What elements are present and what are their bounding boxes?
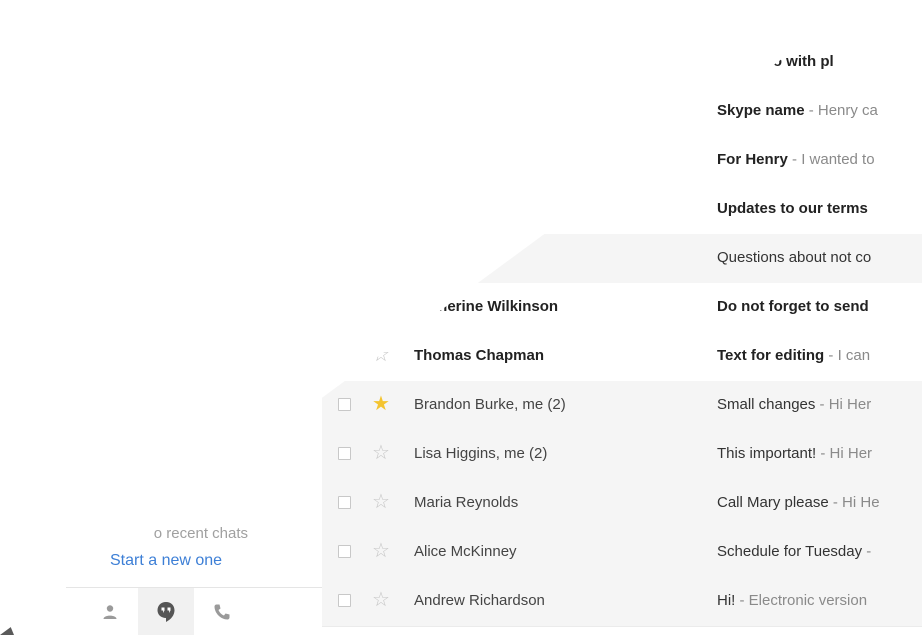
select-checkbox[interactable] xyxy=(338,251,351,264)
email-subject-line: Small changes - Hi Her xyxy=(717,396,922,413)
email-subject-line: Hi! - Electronic version xyxy=(717,592,922,609)
star-icon[interactable]: ☆ xyxy=(370,589,392,611)
email-subject-line: Updates to our terms xyxy=(717,200,922,217)
email-subject: Schedule for Tuesday xyxy=(717,543,863,560)
email-snippet: - I wanted to xyxy=(787,151,875,168)
chat-footer-tabs xyxy=(66,587,322,635)
star-icon[interactable]: ☆ xyxy=(370,491,392,513)
select-checkbox[interactable] xyxy=(338,202,351,215)
email-row[interactable]: ☆ Updates to our terms xyxy=(322,185,922,235)
email-snippet: - Hi Her xyxy=(815,396,872,413)
email-subject-line: the festiv xyxy=(717,4,922,21)
star-icon[interactable]: ☆ xyxy=(370,442,392,464)
email-subject-line: do we do with pl xyxy=(717,53,922,70)
select-checkbox[interactable] xyxy=(338,496,351,509)
email-subject-line: Schedule for Tuesday - xyxy=(717,543,922,560)
email-subject: Text for editing xyxy=(717,347,825,364)
email-snippet: - Electronic version xyxy=(735,592,868,609)
email-subject-line: Text for editing - I can xyxy=(717,347,922,364)
email-subject-line: This important! - Hi Her xyxy=(717,445,922,462)
select-checkbox[interactable] xyxy=(338,349,351,362)
star-icon[interactable]: ☆ xyxy=(370,344,392,366)
start-new-chat-link[interactable]: Start a new one xyxy=(110,552,222,570)
email-row[interactable]: ☆ For Henry - I wanted to xyxy=(322,136,922,186)
star-icon[interactable]: ☆ xyxy=(370,50,392,72)
email-subject: Hi! xyxy=(717,592,736,609)
phone-icon xyxy=(214,604,230,620)
email-subject-line: Skype name - Henry ca xyxy=(717,102,922,119)
email-sender: Lisa Higgins, me (2) xyxy=(414,445,548,462)
contacts-tab[interactable] xyxy=(82,588,138,635)
star-icon[interactable]: ☆ xyxy=(370,540,392,562)
star-icon[interactable]: ☆ xyxy=(370,295,392,317)
email-row[interactable]: ☆ Katherine Wilkinson Do not forget to sen… xyxy=(322,283,922,333)
hangouts-tab[interactable] xyxy=(138,588,194,635)
select-checkbox[interactable] xyxy=(338,153,351,166)
email-sender: Brandon Burke, me (2) xyxy=(414,396,566,413)
email-subject: the festiv xyxy=(717,4,783,21)
email-subject: Skype name xyxy=(717,102,805,119)
email-subject-line: Questions about not co xyxy=(717,249,922,266)
email-subject-line: Do not forget to send xyxy=(717,298,922,315)
email-subject: Small changes xyxy=(717,396,816,413)
email-row[interactable]: ★ Brandon Burke, me (2) Small changes - Hi… xyxy=(322,381,922,431)
email-sender: Alice McKinney xyxy=(414,543,517,560)
email-sender: Thomas Chapman xyxy=(414,347,545,364)
hangouts-icon xyxy=(157,602,175,622)
email-subject-line: For Henry - I wanted to xyxy=(717,151,922,168)
select-checkbox[interactable] xyxy=(338,104,351,117)
email-row[interactable]: ☆ Andrew Richardson Hi! - Electronic versi… xyxy=(322,577,922,627)
email-row[interactable]: ☆ Thomas Chapman Text for editing - I can xyxy=(322,332,922,382)
select-checkbox[interactable] xyxy=(338,594,351,607)
email-row[interactable]: ☆ Maria Reynolds Call Mary please - Hi He xyxy=(322,479,922,529)
email-subject: Call Mary please xyxy=(717,494,829,511)
select-checkbox[interactable] xyxy=(338,6,351,19)
email-snippet: - xyxy=(862,543,872,560)
email-subject: For Henry xyxy=(717,151,788,168)
email-subject: Do not forget to send xyxy=(717,298,869,315)
email-row[interactable]: ☆ Alice McKinney Schedule for Tuesday - xyxy=(322,528,922,578)
select-checkbox[interactable] xyxy=(338,398,351,411)
star-icon[interactable]: ☆ xyxy=(370,246,392,268)
star-icon[interactable]: ☆ xyxy=(370,1,392,23)
email-snippet: - Hi Her xyxy=(816,445,873,462)
phone-tab[interactable] xyxy=(194,588,250,635)
select-checkbox[interactable] xyxy=(338,55,351,68)
star-icon[interactable]: ☆ xyxy=(370,148,392,170)
email-snippet: - Henry ca xyxy=(804,102,878,119)
email-row[interactable]: ☆ elton, me (3) Questions about not co xyxy=(322,234,922,284)
email-subject: Questions about not co xyxy=(717,249,872,266)
star-filled-icon[interactable]: ★ xyxy=(370,393,392,415)
email-subject: do we do with pl xyxy=(717,53,834,70)
panel-corner-shape xyxy=(0,601,14,635)
select-checkbox[interactable] xyxy=(338,545,351,558)
person-icon xyxy=(103,605,117,619)
no-recent-chats-text: o recent chats xyxy=(153,525,248,542)
email-row[interactable]: ☆ Lisa Higgins, me (2) This important! - H… xyxy=(322,430,922,480)
star-icon[interactable]: ☆ xyxy=(370,99,392,121)
gmail-screen: ☆ the festiv ☆ do we do with pl ☆ Skype name … xyxy=(0,0,922,635)
email-row[interactable]: ☆ Skype name - Henry ca xyxy=(322,87,922,137)
select-checkbox[interactable] xyxy=(338,300,351,313)
email-row[interactable]: ☆ the festiv xyxy=(322,0,922,39)
email-row[interactable]: ☆ do we do with pl xyxy=(322,38,922,88)
email-subject: Updates to our terms xyxy=(717,200,868,217)
email-sender: Katherine Wilkinson xyxy=(414,298,559,315)
email-subject: This important! xyxy=(717,445,817,462)
email-sender: Maria Reynolds xyxy=(414,494,519,511)
chat-sidebar: o recent chats Start a new one xyxy=(0,0,322,635)
email-subject-line: Call Mary please - Hi He xyxy=(717,494,922,511)
email-snippet: - Hi He xyxy=(828,494,880,511)
star-icon[interactable]: ☆ xyxy=(370,197,392,219)
email-snippet: - I can xyxy=(824,347,871,364)
email-sender: Andrew Richardson xyxy=(414,592,545,609)
select-checkbox[interactable] xyxy=(338,447,351,460)
email-sender: elton, me (3) xyxy=(414,249,499,266)
